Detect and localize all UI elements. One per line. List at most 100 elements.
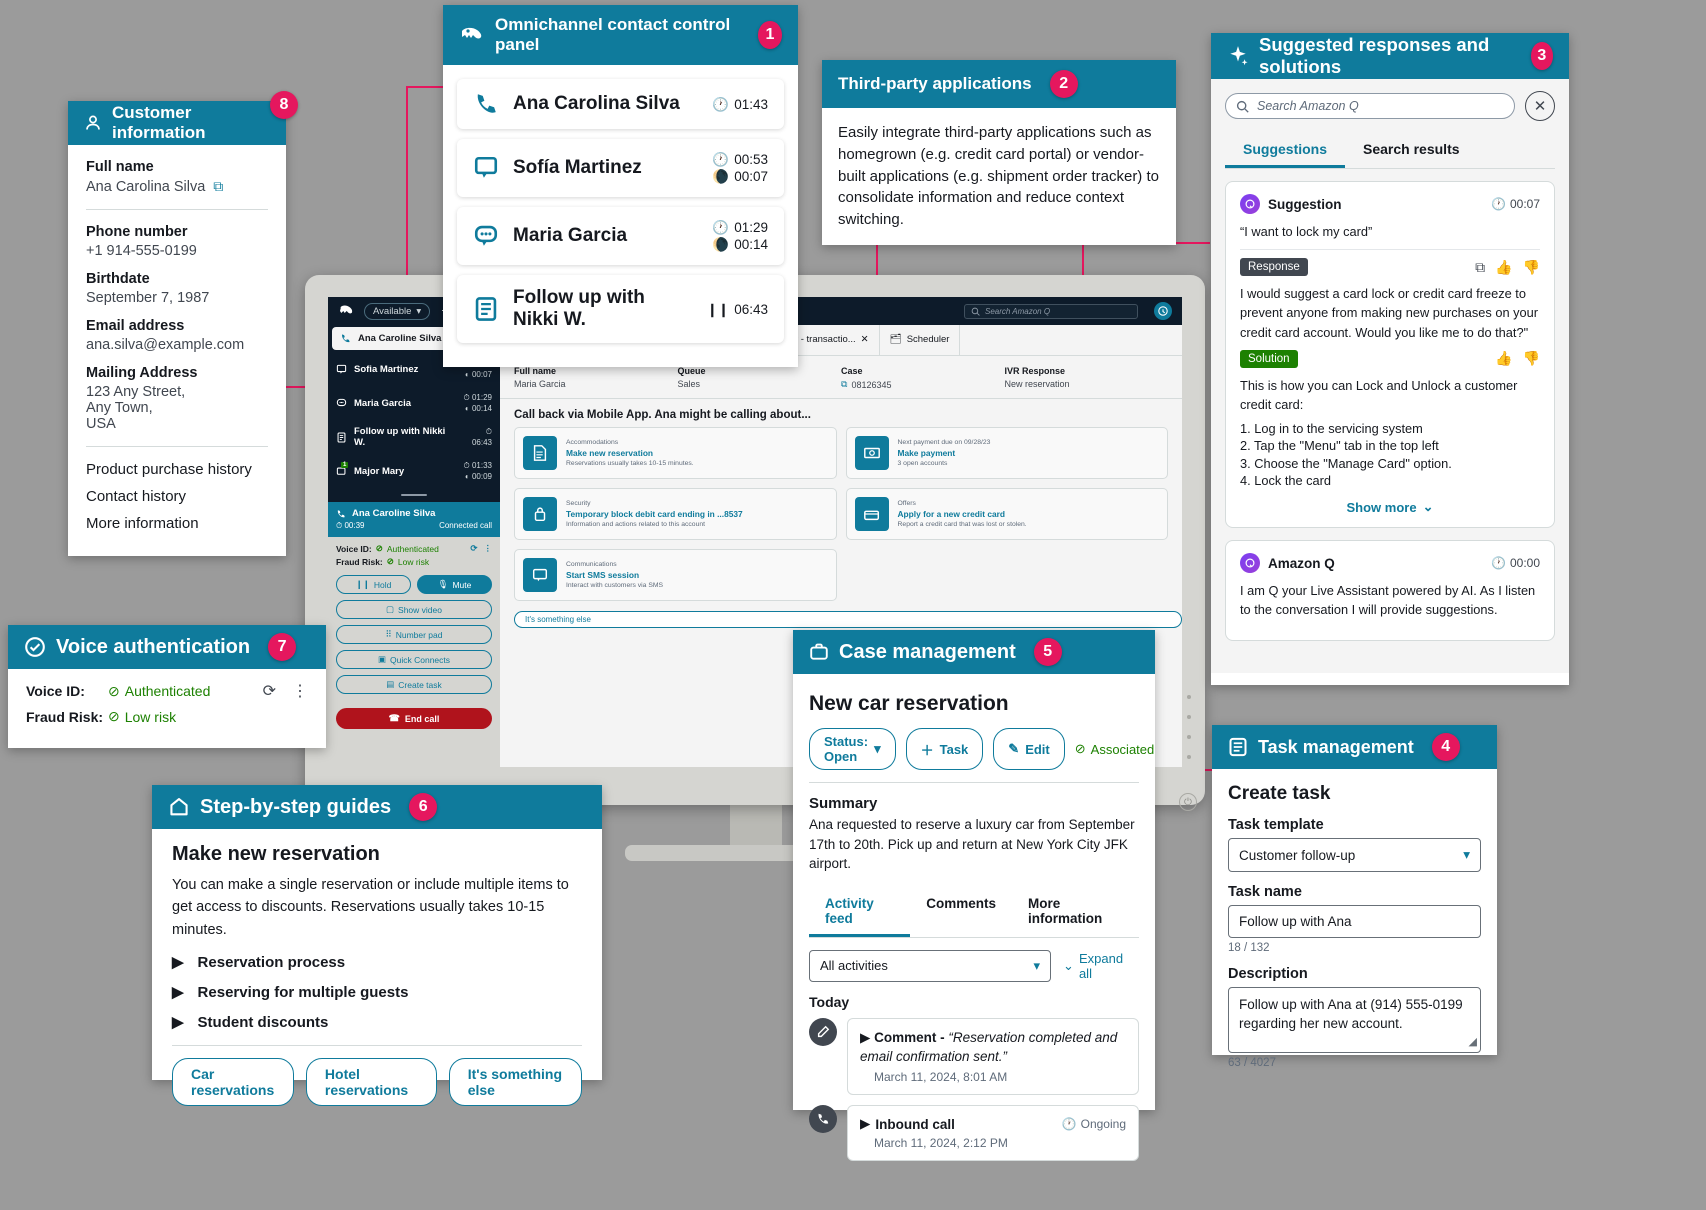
triangle-right-icon: ▶ xyxy=(172,954,184,972)
omnichannel-contact-row[interactable]: Sofía Martinez 🕐 00:53 🌘 00:07 xyxy=(457,139,784,197)
task-description-label: Description xyxy=(1228,966,1308,982)
task-template-select[interactable]: Customer follow-up ▾ xyxy=(1228,838,1481,872)
task-name-input[interactable]: Follow up with Ana xyxy=(1228,905,1481,938)
phone-icon xyxy=(473,91,499,117)
more-menu-icon[interactable]: ⋮ xyxy=(292,681,308,701)
quick-connects-button[interactable]: ▣ Quick Connects xyxy=(336,650,492,669)
triangle-right-icon[interactable]: ▶ xyxy=(860,1116,870,1132)
connect-logo-icon xyxy=(459,25,485,45)
suggested-header: Suggested responses and solutions 3 xyxy=(1211,33,1569,79)
ccp-contact-name: Sofia Martinez xyxy=(354,363,419,375)
task-description-textarea[interactable]: Follow up with Ana at (914) 555-0199 reg… xyxy=(1228,987,1481,1053)
expand-all-button[interactable]: ⌄ Expand all xyxy=(1063,951,1139,981)
omnichannel-header: Omnichannel contact control panel 1 xyxy=(443,5,798,65)
omnichannel-contact-row[interactable]: Ana Carolina Silva 🕐 01:43 xyxy=(457,79,784,129)
chevron-down-icon: ▾ xyxy=(1463,847,1470,862)
copy-icon[interactable]: ⧉ xyxy=(213,178,223,195)
amazon-q-button[interactable] xyxy=(1154,302,1172,320)
agent-status-pill[interactable]: Available ▾ xyxy=(364,302,431,320)
fraud-risk-label: Fraud Risk: xyxy=(336,556,383,567)
refresh-icon[interactable]: ⟳ xyxy=(263,681,276,701)
mute-button[interactable]: 🎙 Mute xyxy=(417,575,492,594)
thumbs-up-icon[interactable]: 👍 xyxy=(1495,259,1512,276)
omnichannel-contact-row[interactable]: Follow up with Nikki W. ❙❙ 06:43 xyxy=(457,275,784,343)
tab-search-results[interactable]: Search results xyxy=(1345,133,1478,168)
feed-item-time: March 11, 2024, 8:01 AM xyxy=(874,1070,1008,1085)
voice-header: Voice authentication 7 xyxy=(8,625,326,669)
refresh-icon[interactable]: ⟳ xyxy=(470,543,477,554)
callout-badge: 4 xyxy=(1431,733,1460,761)
search-amazon-q-input[interactable]: Search Amazon Q xyxy=(964,303,1138,319)
guide-item[interactable]: ▶ Reserving for multiple guests xyxy=(172,983,582,1002)
guide-item[interactable]: ▶ Reservation process xyxy=(172,953,582,972)
action-card[interactable]: Security Temporary block debit card endi… xyxy=(514,488,837,540)
close-icon[interactable]: ✕ xyxy=(1525,91,1555,121)
thirdparty-title: Third-party applications xyxy=(838,74,1032,93)
search-amazon-q-input[interactable]: Search Amazon Q xyxy=(1225,93,1515,119)
associated-status: ⊘ Associated xyxy=(1074,741,1155,757)
thumbs-down-icon[interactable]: 👎 xyxy=(1523,350,1540,367)
show-video-button[interactable]: ▢ Show video xyxy=(336,600,492,619)
edit-button[interactable]: ✎ Edit xyxy=(993,728,1065,770)
thumbs-down-icon[interactable]: 👎 xyxy=(1523,259,1540,276)
home-icon xyxy=(168,796,190,818)
tab-scheduler[interactable]: 🗂 Scheduler xyxy=(880,325,961,355)
tab-suggestions[interactable]: Suggestions xyxy=(1225,133,1346,168)
add-task-button[interactable]: ＋ Task xyxy=(905,728,984,770)
action-card[interactable]: Next payment due on 09/28/23 Make paymen… xyxy=(845,427,1168,479)
callout-badge: 8 xyxy=(270,91,298,119)
link-contact-history[interactable]: Contact history xyxy=(86,488,268,505)
create-task-button[interactable]: ▤ Create task xyxy=(336,675,492,694)
action-cards: Accommodations Make new reservation Rese… xyxy=(500,427,1182,601)
end-call-button[interactable]: ☎ End call xyxy=(336,708,492,729)
show-more-button[interactable]: Show more ⌄ xyxy=(1240,499,1540,515)
number-pad-button[interactable]: ⠿ Number pad xyxy=(336,625,492,644)
status-dropdown[interactable]: Status: Open ▾ xyxy=(809,728,896,770)
field-label: Full name xyxy=(86,159,154,175)
copy-icon[interactable]: ⧉ xyxy=(1475,259,1485,276)
ccp-contact-row[interactable]: 1 Major Mary ⏱ 01:33 ◐ 00:09 xyxy=(328,454,500,488)
ccp-contact-row[interactable]: Maria Garcia ⏱ 01:29 ◐ 00:14 xyxy=(328,386,500,420)
thirdparty-body: Easily integrate third-party application… xyxy=(838,124,1159,228)
field-value: September 7, 1987 xyxy=(86,290,210,306)
create-task-heading: Create task xyxy=(1228,783,1331,804)
chat-icon xyxy=(336,364,347,375)
tab-more-information[interactable]: More information xyxy=(1012,888,1139,937)
action-card[interactable]: Offers Apply for a new credit card Repor… xyxy=(845,488,1168,540)
action-card[interactable]: Accommodations Make new reservation Rese… xyxy=(514,427,837,479)
feed-item: ▶ Inbound call 🕐 Ongoing March 11, 2024,… xyxy=(809,1105,1139,1162)
activities-filter-select[interactable]: All activities ▾ xyxy=(809,949,1052,982)
tab-comments[interactable]: Comments xyxy=(910,888,1012,937)
hold-button[interactable]: ❙❙ Hold xyxy=(336,575,411,594)
guide-item[interactable]: ▶ Student discounts xyxy=(172,1013,582,1032)
hotel-reservations-button[interactable]: Hotel reservations xyxy=(305,1058,437,1107)
triangle-right-icon[interactable]: ▶ xyxy=(860,1030,870,1045)
feed-item-time: March 11, 2024, 2:12 PM xyxy=(874,1136,1008,1151)
close-icon[interactable]: ✕ xyxy=(861,325,869,355)
suggested-callout: Suggested responses and solutions 3 Sear… xyxy=(1211,33,1569,685)
thumbs-up-icon[interactable]: 👍 xyxy=(1495,350,1512,367)
callout-badge: 7 xyxy=(268,633,297,661)
chevron-down-icon: ▾ xyxy=(874,741,881,756)
link-product-purchase-history[interactable]: Product purchase history xyxy=(86,461,268,478)
more-menu-icon[interactable]: ⋮ xyxy=(484,543,493,554)
fraud-risk-value: Low risk xyxy=(124,708,177,725)
action-card[interactable]: Communications Start SMS session Interac… xyxy=(514,549,837,601)
something-else-button[interactable]: It's something else xyxy=(448,1058,582,1107)
copy-icon[interactable]: ⧉ xyxy=(841,379,847,390)
monitor-power-button[interactable]: ⏻ xyxy=(1179,793,1197,811)
ccp-contact-row[interactable]: Follow up with Nikki W. ⏱ 06:43 xyxy=(328,420,500,454)
case-heading: New car reservation xyxy=(809,692,1009,715)
tab-activity-feed[interactable]: Activity feed xyxy=(809,888,911,937)
meta-ivr-response: IVR Response New reservation xyxy=(1004,366,1070,389)
car-reservations-button[interactable]: Car reservations xyxy=(172,1058,294,1107)
check-circle-icon: ⊘ xyxy=(108,682,120,699)
resize-handle-icon[interactable]: ◢ xyxy=(1469,1035,1477,1050)
its-something-else-chip[interactable]: It's something else xyxy=(514,611,1182,628)
ccp-controls: Voice ID: ⊘ Authenticated ⟳ ⋮ Fraud Risk… xyxy=(328,537,500,767)
voice-id-label: Voice ID: xyxy=(336,543,372,554)
link-more-information[interactable]: More information xyxy=(86,515,268,532)
case-actions: Status: Open ▾ ＋ Task ✎ Edit ⊘ Associate… xyxy=(809,728,1154,770)
omnichannel-contact-row[interactable]: Maria Garcia 🕐 01:29 🌘 00:14 xyxy=(457,207,784,265)
callout-badge: 6 xyxy=(409,793,438,821)
